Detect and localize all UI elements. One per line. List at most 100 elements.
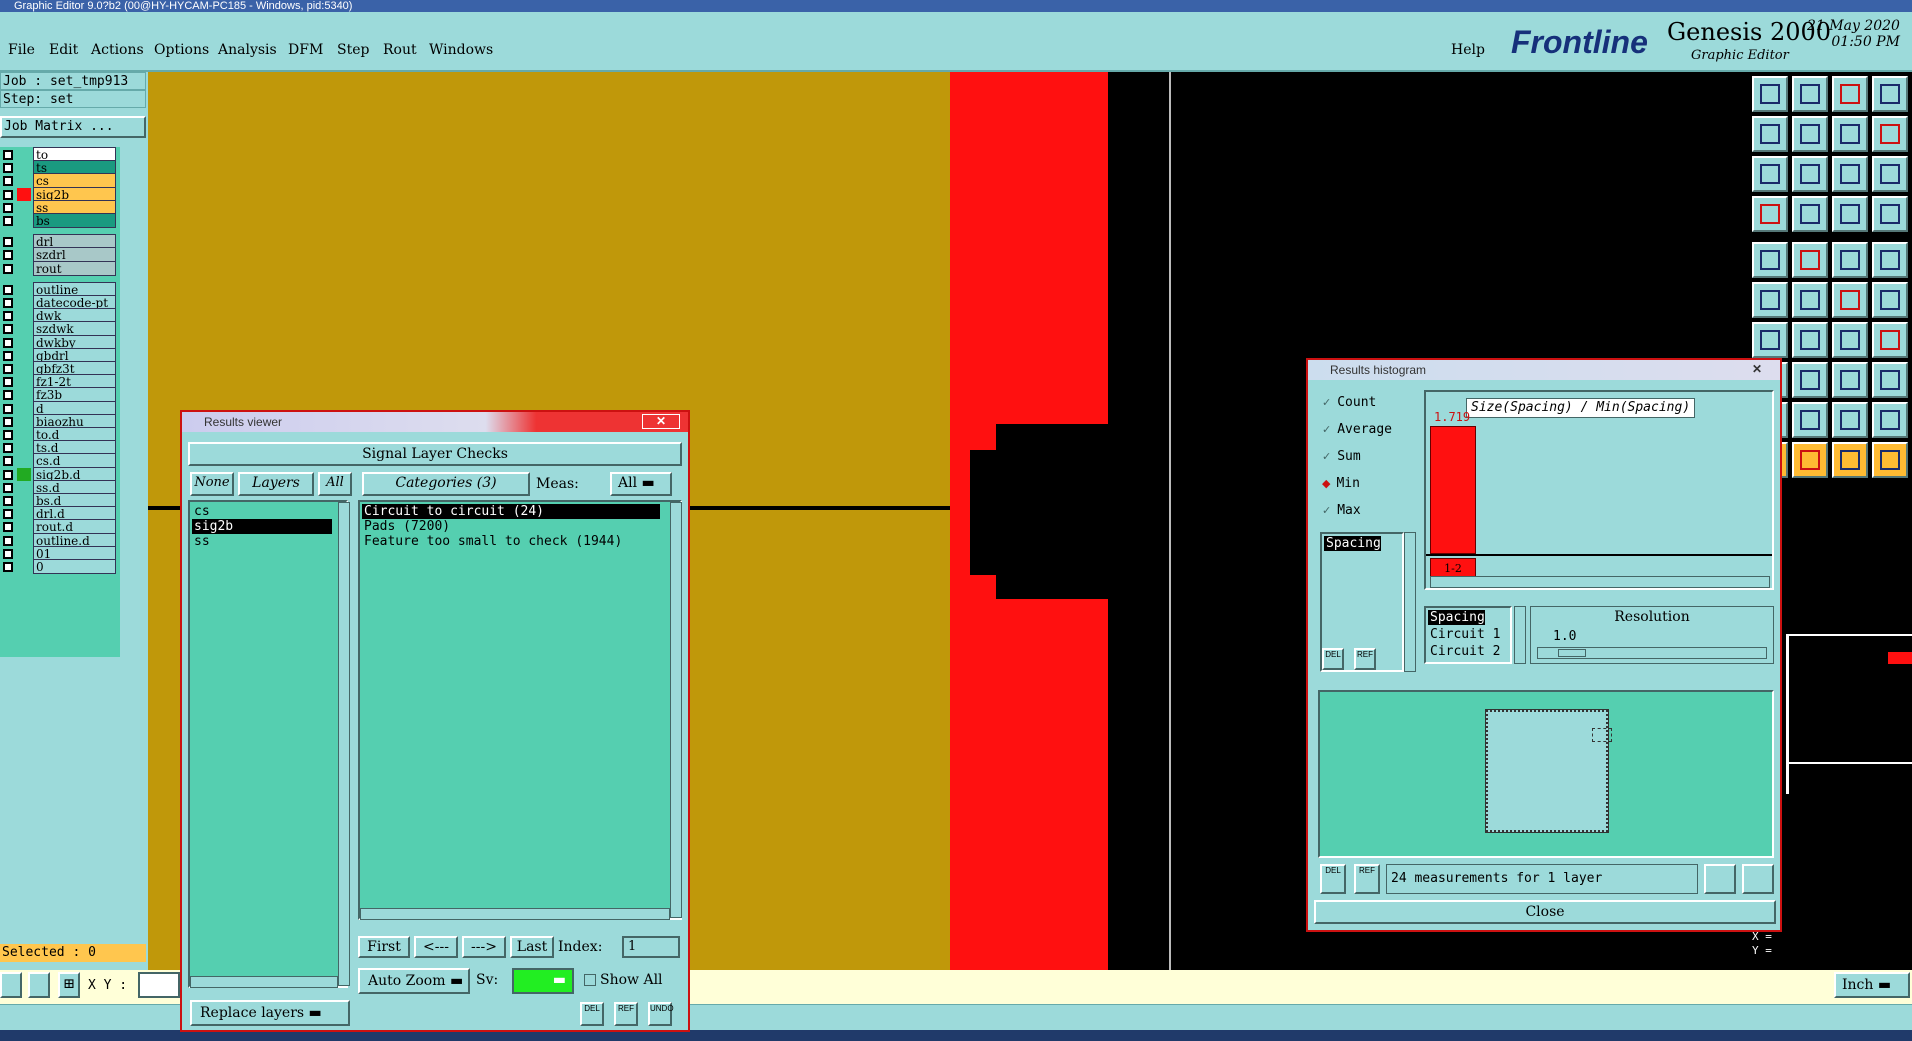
layer-checkbox[interactable] — [3, 496, 13, 506]
delete-icon[interactable]: DEL — [1322, 648, 1344, 670]
attribute-item[interactable]: Spacing — [1428, 610, 1485, 625]
histogram-bar[interactable] — [1430, 426, 1476, 554]
pad-icon[interactable] — [1872, 242, 1908, 278]
layer-color-swatch[interactable] — [17, 402, 31, 415]
layer-color-swatch[interactable] — [17, 187, 31, 201]
last-button[interactable]: Last — [510, 936, 554, 958]
layer-row[interactable]: bs — [0, 213, 118, 228]
slash-icon[interactable] — [1792, 322, 1828, 358]
ref-icon[interactable]: REF — [614, 1002, 638, 1026]
text3-icon[interactable] — [1832, 402, 1868, 438]
layer-checkbox[interactable] — [3, 548, 13, 559]
pointer2-icon[interactable] — [1792, 442, 1828, 478]
layer-name[interactable]: bs — [33, 213, 116, 228]
layer-color-swatch[interactable] — [17, 454, 31, 467]
text2-icon[interactable] — [1792, 402, 1828, 438]
layer-color-swatch[interactable] — [17, 262, 31, 275]
grid-icon[interactable]: ⊞ — [58, 972, 80, 998]
angle-icon[interactable] — [1752, 322, 1788, 358]
snap-icon[interactable] — [0, 972, 22, 998]
paste-icon[interactable] — [1792, 116, 1828, 152]
layer-color-swatch[interactable] — [17, 388, 31, 401]
layer-name[interactable]: 0 — [33, 559, 116, 574]
radio-icon[interactable]: ✓ — [1322, 450, 1331, 463]
filter-icon[interactable] — [1752, 196, 1788, 232]
layer-color-swatch[interactable] — [17, 283, 31, 296]
histogram-list-item[interactable]: Spacing — [1324, 536, 1381, 551]
radio-icon[interactable]: ✓ — [1322, 504, 1331, 517]
chart-hscroll[interactable] — [1430, 576, 1770, 588]
ruler-icon[interactable] — [1832, 242, 1868, 278]
layer-color-swatch[interactable] — [17, 481, 31, 494]
category-item[interactable]: Circuit to circuit (24) — [362, 504, 660, 519]
delete-icon[interactable]: DEL — [580, 1002, 604, 1026]
layer-color-swatch[interactable] — [17, 441, 31, 454]
close-icon[interactable]: ✕ — [642, 414, 680, 429]
undo-icon[interactable]: UNDO — [648, 1002, 674, 1026]
report-icon[interactable] — [1742, 864, 1774, 894]
attribute-item[interactable]: Circuit 1 — [1428, 627, 1500, 642]
layer-result-item[interactable]: cs — [192, 504, 332, 519]
layer-checkbox[interactable] — [3, 364, 13, 374]
menu-edit[interactable]: Edit — [49, 42, 78, 58]
delete-icon[interactable]: DEL — [1320, 864, 1346, 894]
layer-checkbox[interactable] — [3, 150, 13, 160]
layer-icon[interactable] — [1832, 362, 1868, 398]
layer-color-swatch[interactable] — [17, 547, 31, 560]
layer-color-swatch[interactable] — [17, 362, 31, 375]
layers-button[interactable]: Layers — [238, 472, 314, 496]
layer-checkbox[interactable] — [3, 469, 13, 480]
layer-checkbox[interactable] — [3, 163, 13, 174]
pointer3-icon[interactable] — [1832, 442, 1868, 478]
layer-checkbox[interactable] — [3, 202, 13, 213]
category-item[interactable]: Feature too small to check (1944) — [362, 534, 660, 549]
sv-color-select[interactable]: ▬ — [512, 968, 574, 994]
layer-name[interactable]: rout — [33, 260, 116, 276]
layer-color-swatch[interactable] — [17, 349, 31, 362]
help-icon[interactable] — [1872, 156, 1908, 192]
net-icon[interactable] — [1832, 196, 1868, 232]
slider-thumb[interactable] — [1558, 649, 1586, 657]
menu-windows[interactable]: Windows — [429, 42, 493, 58]
fit-icon[interactable] — [1752, 156, 1788, 192]
auto-zoom-select[interactable]: Auto Zoom ▬ — [358, 968, 470, 994]
replace-layers-select[interactable]: Replace layers ▬ — [190, 1000, 350, 1026]
layer-checkbox[interactable] — [3, 189, 13, 200]
measure-icon[interactable] — [1792, 362, 1828, 398]
layer-color-swatch[interactable] — [17, 174, 31, 187]
angle-icon[interactable] — [28, 972, 50, 998]
ref-icon[interactable]: REF — [1354, 864, 1380, 894]
layer-checkbox[interactable] — [3, 456, 13, 467]
layer-color-swatch[interactable] — [17, 534, 31, 547]
layer-checkbox[interactable] — [3, 324, 13, 335]
categories-button[interactable]: Categories (3) — [362, 472, 530, 496]
radio-icon[interactable]: ◆ — [1322, 477, 1330, 490]
zoom-icon[interactable] — [1792, 156, 1828, 192]
layer-checkbox[interactable] — [3, 403, 13, 414]
layer-checkbox[interactable] — [3, 237, 13, 248]
resolution-slider[interactable] — [1537, 647, 1767, 659]
menu-options[interactable]: Options — [154, 42, 209, 58]
attribute-item[interactable]: Circuit 2 — [1428, 644, 1500, 659]
xy-input[interactable] — [138, 972, 180, 998]
layer-color-swatch[interactable] — [17, 336, 31, 349]
cross-icon[interactable] — [1792, 282, 1828, 318]
menu-help[interactable]: Help — [1451, 42, 1485, 58]
select-all-button[interactable]: All — [318, 472, 352, 496]
layer-color-swatch[interactable] — [17, 148, 31, 161]
category-list-hscroll[interactable] — [360, 908, 670, 920]
undo-icon[interactable] — [1872, 116, 1908, 152]
layer-color-swatch[interactable] — [17, 467, 31, 481]
window-icon[interactable] — [1872, 76, 1908, 112]
show-all-checkbox[interactable] — [584, 974, 596, 986]
layer-checkbox[interactable] — [3, 377, 13, 388]
arc-icon[interactable] — [1832, 322, 1868, 358]
layer-checkbox[interactable] — [3, 522, 13, 533]
layer-checkbox[interactable] — [3, 284, 13, 295]
histogram-list-scrollbar[interactable] — [1404, 532, 1416, 672]
open-icon[interactable] — [1752, 76, 1788, 112]
close-button[interactable]: Close — [1314, 900, 1776, 924]
attribute-list-scrollbar[interactable] — [1514, 606, 1526, 664]
layer-checkbox[interactable] — [3, 482, 13, 493]
layer-row[interactable]: 0 — [0, 559, 118, 574]
